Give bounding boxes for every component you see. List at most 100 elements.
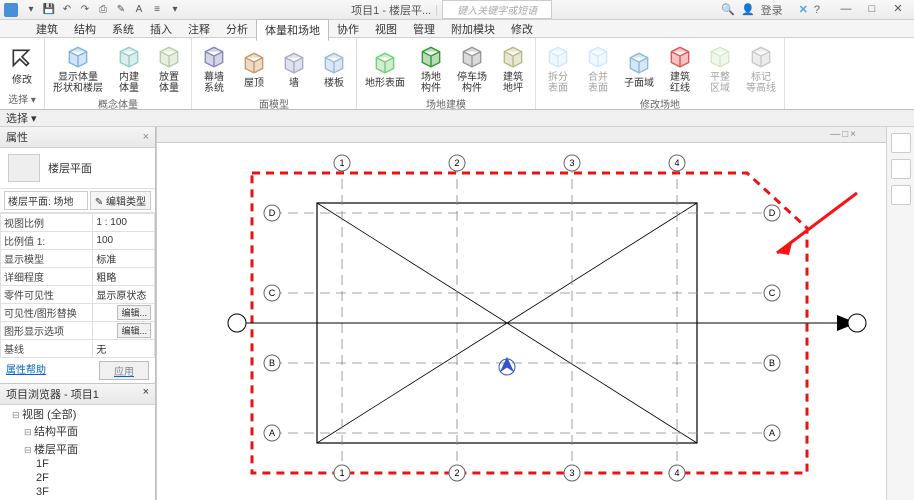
- nav-pan-icon[interactable]: [891, 185, 911, 205]
- exchange-icon[interactable]: ✕: [799, 3, 808, 16]
- main-body: 属性 × 楼层平面 楼层平面: 场地 ✎ 编辑类型 视图比例1 : 100比例值…: [0, 127, 914, 500]
- ribbon-tab[interactable]: 插入: [142, 19, 180, 39]
- apply-button[interactable]: 应用: [99, 361, 149, 380]
- wall-button[interactable]: 墙: [276, 46, 312, 91]
- signin-icon[interactable]: 👤: [741, 3, 755, 16]
- help-icon[interactable]: ?: [814, 4, 820, 16]
- ribbon-tab[interactable]: 修改: [503, 19, 541, 39]
- help-link[interactable]: 属性帮助: [6, 361, 46, 380]
- roof-button[interactable]: 屋顶: [236, 46, 272, 91]
- ribbon-tab[interactable]: 系统: [104, 19, 142, 39]
- property-row: 视图比例1 : 100: [1, 214, 155, 232]
- pad-button[interactable]: 建筑地坪: [495, 40, 531, 96]
- nav-home-icon[interactable]: [891, 133, 911, 153]
- ribbon-tab[interactable]: 视图: [367, 19, 405, 39]
- button-label: 墙: [289, 78, 299, 89]
- qat-icon[interactable]: ✎: [114, 3, 128, 17]
- ribbon-tab[interactable]: 附加模块: [443, 19, 503, 39]
- canvas-icon[interactable]: ×: [850, 129, 856, 140]
- canvas-corner-controls[interactable]: — □ ×: [830, 129, 856, 140]
- app-icon[interactable]: [4, 3, 18, 17]
- label-contour-button[interactable]: 标记等高线: [742, 40, 780, 96]
- qat-icon[interactable]: A: [132, 3, 146, 17]
- browser-tree[interactable]: 视图 (全部)结构平面楼层平面1F2F3F场地天花板平面三维视图{三维}: [0, 405, 155, 500]
- ribbon-tab[interactable]: 协作: [329, 19, 367, 39]
- canvas-icon[interactable]: □: [842, 129, 848, 140]
- select-dropdown[interactable]: 选择 ▾: [6, 110, 37, 126]
- property-name: 显示模型: [1, 250, 93, 268]
- property-value[interactable]: 显示原状态: [93, 286, 155, 304]
- property-value[interactable]: 1 : 100: [93, 214, 155, 232]
- tree-leaf[interactable]: 3F: [36, 485, 155, 499]
- property-value[interactable]: 无: [93, 340, 155, 358]
- close-button[interactable]: ✕: [886, 2, 910, 18]
- signin-label[interactable]: 登录: [761, 2, 783, 18]
- redline-button[interactable]: 建筑红线: [662, 40, 698, 96]
- plan-view[interactable]: DDCCBBAA11223344: [157, 143, 877, 500]
- site-comp-button[interactable]: 场地构件: [413, 40, 449, 96]
- canvas-icon[interactable]: —: [830, 129, 840, 140]
- ribbon-tab[interactable]: 体量和场地: [256, 19, 329, 41]
- place-mass-button[interactable]: 放置体量: [151, 40, 187, 96]
- property-value[interactable]: 粗略: [93, 268, 155, 286]
- redo-icon[interactable]: ↷: [78, 3, 92, 17]
- merge-button[interactable]: 合并表面: [580, 40, 616, 96]
- tree-leaf[interactable]: 2F: [36, 471, 155, 485]
- floor-button[interactable]: 楼板: [316, 46, 352, 91]
- topo-button[interactable]: 地形表面: [361, 46, 409, 91]
- red-icon: [666, 42, 694, 70]
- property-value[interactable]: 编辑...: [93, 304, 155, 322]
- drawing-canvas[interactable]: — □ × DDCCBBAA11223344: [156, 127, 886, 500]
- tree-root[interactable]: 视图 (全部)结构平面楼层平面1F2F3F场地天花板平面三维视图{三维}: [12, 405, 155, 500]
- ribbon-tab[interactable]: 分析: [218, 19, 256, 39]
- nav-wheel-icon[interactable]: [891, 159, 911, 179]
- property-value[interactable]: 标准: [93, 250, 155, 268]
- show-mass-button[interactable]: 显示体量形状和楼层: [49, 40, 107, 96]
- properties-footer: 属性帮助 应用: [0, 358, 155, 383]
- topo-icon: [371, 48, 399, 76]
- close-icon[interactable]: ×: [143, 131, 149, 143]
- grade-button[interactable]: 平整区域: [702, 40, 738, 96]
- ribbon-group: 修改选择 ▾: [0, 38, 45, 109]
- property-value[interactable]: 编辑...: [93, 322, 155, 340]
- sub-icon: [625, 48, 653, 76]
- grid-bubble: 4: [674, 468, 679, 478]
- infocenter-icon[interactable]: 🔍: [721, 3, 735, 16]
- edit-type-button[interactable]: ✎ 编辑类型: [90, 191, 151, 210]
- save-icon[interactable]: 💾: [42, 3, 56, 17]
- open-icon[interactable]: ▾: [24, 3, 38, 17]
- grid-bubble: 2: [454, 468, 459, 478]
- minimize-button[interactable]: —: [834, 2, 858, 18]
- instance-combo[interactable]: 楼层平面: 场地: [4, 191, 88, 210]
- properties-palette: 属性 × 楼层平面 楼层平面: 场地 ✎ 编辑类型 视图比例1 : 100比例值…: [0, 127, 155, 384]
- instance-selector-row: 楼层平面: 场地 ✎ 编辑类型: [0, 188, 155, 213]
- ribbon-tab[interactable]: 结构: [66, 19, 104, 39]
- property-row: 显示模型标准: [1, 250, 155, 268]
- inplace-mass-button[interactable]: 内建体量: [111, 40, 147, 96]
- ribbon-tab[interactable]: 管理: [405, 19, 443, 39]
- maximize-button[interactable]: □: [860, 2, 884, 18]
- ribbon-tab[interactable]: 建筑: [28, 19, 66, 39]
- grid-bubble: A: [269, 428, 275, 438]
- parking-button[interactable]: 停车场构件: [453, 40, 491, 96]
- tree-leaf[interactable]: 1F: [36, 457, 155, 471]
- qat-icon[interactable]: ≡: [150, 3, 164, 17]
- type-selector[interactable]: 楼层平面: [0, 148, 155, 188]
- qat-icon[interactable]: ▾: [168, 3, 182, 17]
- button-label: 地形表面: [365, 78, 405, 89]
- ribbon-tab[interactable]: 注释: [180, 19, 218, 39]
- tree-node[interactable]: 结构平面: [24, 422, 155, 440]
- print-icon[interactable]: ⎙: [96, 3, 110, 17]
- undo-icon[interactable]: ↶: [60, 3, 74, 17]
- modify-button[interactable]: 修改: [4, 43, 40, 88]
- search-input[interactable]: 键入关键字或短语: [442, 0, 552, 19]
- property-row: 基线无: [1, 340, 155, 358]
- close-icon[interactable]: ×: [143, 386, 149, 402]
- curtain-button[interactable]: 幕墙系统: [196, 40, 232, 96]
- split-button[interactable]: 拆分表面: [540, 40, 576, 96]
- tree-node[interactable]: 楼层平面1F2F3F场地: [24, 440, 155, 500]
- subregion-button[interactable]: 子面域: [620, 46, 658, 91]
- property-value[interactable]: 100: [93, 232, 155, 250]
- properties-table: 视图比例1 : 100比例值 1:100显示模型标准详细程度粗略零件可见性显示原…: [0, 213, 155, 358]
- type-label: 楼层平面: [48, 160, 92, 176]
